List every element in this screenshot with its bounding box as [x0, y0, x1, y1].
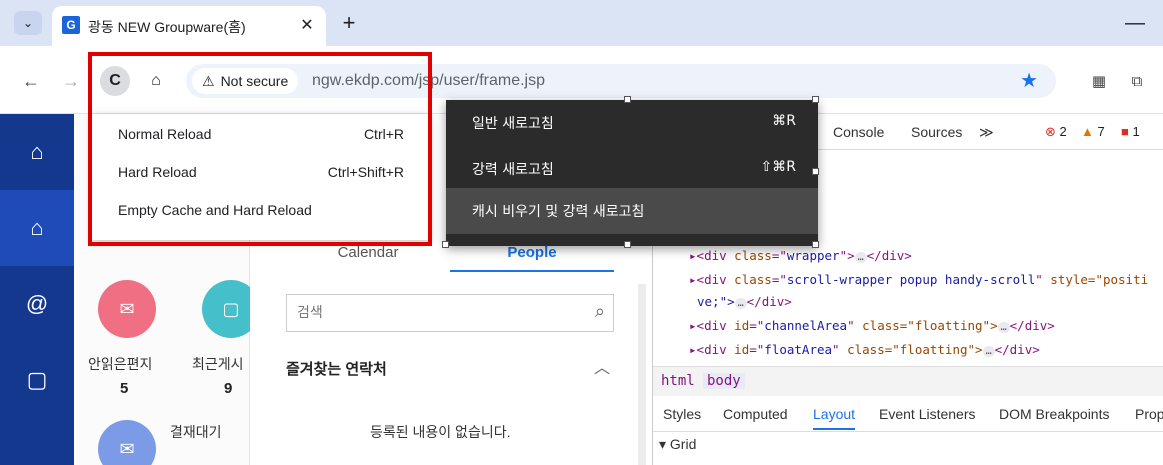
node-suffix: style="positi — [1042, 272, 1149, 287]
panel-scrollbar[interactable] — [638, 284, 646, 465]
resize-handle[interactable] — [624, 96, 631, 103]
unread-label: 안읽은편지 — [88, 356, 153, 372]
node-tag: div — [704, 342, 727, 357]
tab-close-icon[interactable]: ✕ — [296, 14, 318, 36]
menu-item-shortcut: ⇧⌘R — [760, 159, 796, 175]
tab-layout[interactable]: Layout — [813, 406, 856, 430]
node-tag: div — [704, 272, 727, 287]
issues-count: 1 — [1132, 124, 1140, 139]
node-suffix: class="floatting"> — [839, 342, 983, 357]
ellipsis-icon[interactable]: … — [854, 252, 867, 263]
dom-node-continued: ve;">… </div> — [697, 294, 792, 309]
warning-count: 7 — [1097, 124, 1105, 139]
menu-item-label: 캐시 비우기 및 강력 새로고침 — [472, 204, 645, 220]
tab-properties[interactable]: Prop — [1135, 406, 1163, 422]
issues-icon: ■ — [1121, 124, 1129, 139]
node-suffix: class="floatting"> — [854, 318, 998, 333]
approval-icon[interactable]: ✉ — [98, 420, 156, 465]
search-input[interactable] — [287, 295, 567, 331]
error-icon: ⊗ — [1045, 124, 1056, 139]
new-tab-button[interactable]: + — [336, 10, 362, 36]
menu-item-empty-cache-ko[interactable]: 캐시 비우기 및 강력 새로고침 — [446, 188, 818, 234]
approval-label: 결재대기 — [170, 424, 222, 440]
dom-node[interactable]: ▸<div id="channelArea" class="floatting"… — [689, 318, 1055, 333]
left-rail: ⌂ ⌂ @ ▢ — [0, 114, 74, 465]
extensions-icon[interactable]: ⧉ — [1124, 68, 1150, 94]
dom-node[interactable]: ▸<div class="wrapper">… </div> — [689, 248, 912, 263]
dom-node[interactable]: ▸<div class="scroll-wrapper popup handy-… — [689, 272, 1148, 287]
tab-styles[interactable]: Styles — [663, 406, 701, 422]
more-tabs-icon[interactable]: ≫ — [979, 124, 994, 141]
node-value: scroll-wrapper popup handy-scroll — [786, 272, 1036, 287]
tab-favicon-icon: G — [62, 16, 80, 34]
bookmark-star-icon[interactable]: ★ — [1020, 68, 1038, 93]
highlight-box — [88, 52, 432, 246]
tab-title: 광동 NEW Groupware(홈) — [88, 19, 246, 35]
rail-home-icon[interactable]: ⌂ — [0, 114, 74, 190]
node-attr: class — [734, 272, 772, 287]
resize-handle[interactable] — [812, 241, 819, 248]
empty-message: 등록된 내용이 없습니다. — [370, 424, 511, 440]
chevron-up-icon[interactable]: ︿ — [594, 354, 610, 378]
node-attr: id — [734, 318, 750, 333]
breadcrumb: html body — [653, 366, 1163, 396]
node-value: floatArea — [764, 342, 833, 357]
korean-reload-menu: 일반 새로고침 ⌘R 강력 새로고침 ⇧⌘R 캐시 비우기 및 강력 새로고침 — [442, 96, 819, 248]
minimize-button[interactable]: — — [1122, 10, 1148, 36]
styles-tabs: Styles Computed Layout Event Listeners D… — [653, 396, 1163, 432]
contact-search: ⌕ — [286, 294, 614, 332]
tab-search-button[interactable]: ⌄ — [14, 11, 42, 35]
search-icon[interactable]: ⌕ — [595, 301, 605, 322]
recent-label: 최근게시 — [192, 356, 244, 372]
crumb-html[interactable]: html — [661, 373, 695, 389]
tab-event-listeners[interactable]: Event Listeners — [879, 406, 976, 422]
resize-handle[interactable] — [442, 241, 449, 248]
ellipsis-icon[interactable]: … — [997, 322, 1010, 333]
resize-handle[interactable] — [624, 241, 631, 248]
recent-count: 9 — [224, 380, 233, 397]
menu-item-normal-reload-ko[interactable]: 일반 새로고침 ⌘R — [446, 100, 818, 146]
node-value: channelArea — [764, 318, 848, 333]
unread-mail-icon[interactable]: ✉ — [98, 280, 156, 338]
crumb-body[interactable]: body — [703, 373, 745, 389]
node-attr: class — [734, 248, 772, 263]
grid-section[interactable]: ▾ Grid — [659, 436, 696, 453]
menu-item-label: 일반 새로고침 — [472, 116, 554, 132]
tab-dom-breakpoints[interactable]: DOM Breakpoints — [999, 406, 1109, 422]
back-button[interactable]: ← — [18, 68, 44, 94]
warning-badge[interactable]: ▲ 7 — [1081, 124, 1105, 139]
rail-briefcase-icon[interactable]: ▢ — [0, 342, 74, 418]
ellipsis-icon[interactable]: … — [982, 346, 995, 357]
tab-console[interactable]: Console — [833, 124, 884, 140]
node-tag: div — [704, 318, 727, 333]
ellipsis-icon[interactable]: … — [734, 298, 747, 309]
favorites-title: 즐겨찾는 연락처 — [286, 361, 387, 378]
qr-code-icon[interactable]: ▦ — [1086, 68, 1112, 94]
node-value: wrapper — [786, 248, 840, 263]
menu-item-label: 강력 새로고침 — [472, 162, 554, 178]
rail-at-icon[interactable]: @ — [0, 266, 74, 342]
unread-count: 5 — [120, 380, 129, 397]
menu-item-hard-reload-ko[interactable]: 강력 새로고침 ⇧⌘R — [446, 146, 818, 192]
node-tag: div — [704, 248, 727, 263]
issues-badge[interactable]: ■ 1 — [1121, 124, 1140, 139]
tab-strip: ⌄ G 광동 NEW Groupware(홈) ✕ + — — [0, 0, 1163, 46]
error-badge[interactable]: ⊗ 2 — [1045, 124, 1067, 140]
rail-home-outline-icon[interactable]: ⌂ — [0, 190, 74, 266]
error-count: 2 — [1059, 124, 1067, 139]
node-attr: id — [734, 342, 750, 357]
dom-node[interactable]: ▸<div id="floatArea" class="floatting">…… — [689, 342, 1040, 357]
menu-item-shortcut: ⌘R — [772, 113, 796, 129]
tab-computed[interactable]: Computed — [723, 406, 788, 422]
node-suffix: ve;"> — [697, 294, 735, 309]
forward-button[interactable]: → — [58, 68, 84, 94]
resize-handle[interactable] — [812, 168, 819, 175]
browser-tab[interactable]: G 광동 NEW Groupware(홈) ✕ — [52, 6, 326, 46]
resize-handle[interactable] — [812, 96, 819, 103]
tab-sources[interactable]: Sources — [911, 124, 962, 140]
warning-triangle-icon: ▲ — [1081, 124, 1094, 139]
